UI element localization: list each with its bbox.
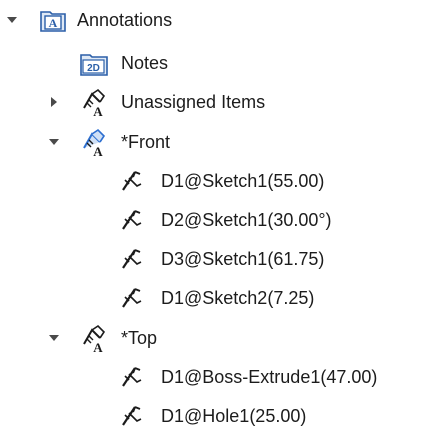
node-label: D2@Sketch1(30.00°)	[161, 210, 332, 230]
collapse-arrow-icon[interactable]	[47, 135, 61, 149]
expand-arrow-icon[interactable]	[47, 95, 61, 109]
tree-node-dimension[interactable]: D1@Boss-Extrude1(47.00)	[0, 361, 410, 393]
node-label: Notes	[121, 53, 169, 73]
tree-node-dimension[interactable]: D3@Sketch1(61.75)	[0, 243, 380, 275]
tree-node-dimension[interactable]: D2@Sketch1(30.00°)	[0, 204, 380, 236]
node-label: D3@Sketch1(61.75)	[161, 249, 325, 269]
tree-node-unassigned-items[interactable]: A Unassigned Items	[0, 86, 310, 118]
svg-text:A: A	[49, 16, 58, 30]
annotation-view-active-icon: A	[78, 126, 110, 158]
tree-node-top[interactable]: A *Top	[0, 322, 230, 354]
dimension-icon	[116, 282, 148, 314]
node-label: *Front	[121, 132, 171, 152]
node-label: D1@Sketch2(7.25)	[161, 288, 315, 308]
node-label: D1@Sketch1(55.00)	[161, 171, 325, 191]
node-label: Annotations	[77, 10, 173, 30]
svg-text:2D: 2D	[87, 63, 100, 74]
tree-node-dimension[interactable]: D1@Sketch2(7.25)	[0, 282, 380, 314]
svg-text:A: A	[93, 104, 103, 118]
dimension-icon	[116, 243, 148, 275]
tree-node-annotations[interactable]: A Annotations	[0, 4, 230, 36]
node-label: D1@Hole1(25.00)	[161, 406, 307, 426]
tree-node-notes[interactable]: 2D Notes	[0, 47, 230, 79]
notes-2d-icon: 2D	[78, 48, 110, 80]
annotation-view-icon: A	[78, 322, 110, 354]
svg-text:A: A	[93, 340, 103, 354]
dimension-icon	[116, 361, 148, 393]
tree-node-dimension[interactable]: D1@Sketch1(55.00)	[0, 165, 380, 197]
annotations-tree: A Annotations 2D Notes A Unassigned Item…	[0, 0, 422, 440]
node-label: *Top	[121, 328, 158, 348]
tree-node-front[interactable]: A *Front	[0, 126, 230, 158]
annotation-view-icon: A	[78, 86, 110, 118]
tree-node-dimension[interactable]: D1@Hole1(25.00)	[0, 400, 380, 432]
dimension-icon	[116, 204, 148, 236]
dimension-icon	[116, 165, 148, 197]
collapse-arrow-icon[interactable]	[47, 331, 61, 345]
collapse-arrow-icon[interactable]	[5, 13, 19, 27]
svg-text:A: A	[93, 144, 103, 158]
node-label: D1@Boss-Extrude1(47.00)	[161, 367, 378, 387]
annotations-folder-icon: A	[37, 4, 69, 36]
node-label: Unassigned Items	[121, 92, 266, 112]
dimension-icon	[116, 400, 148, 432]
